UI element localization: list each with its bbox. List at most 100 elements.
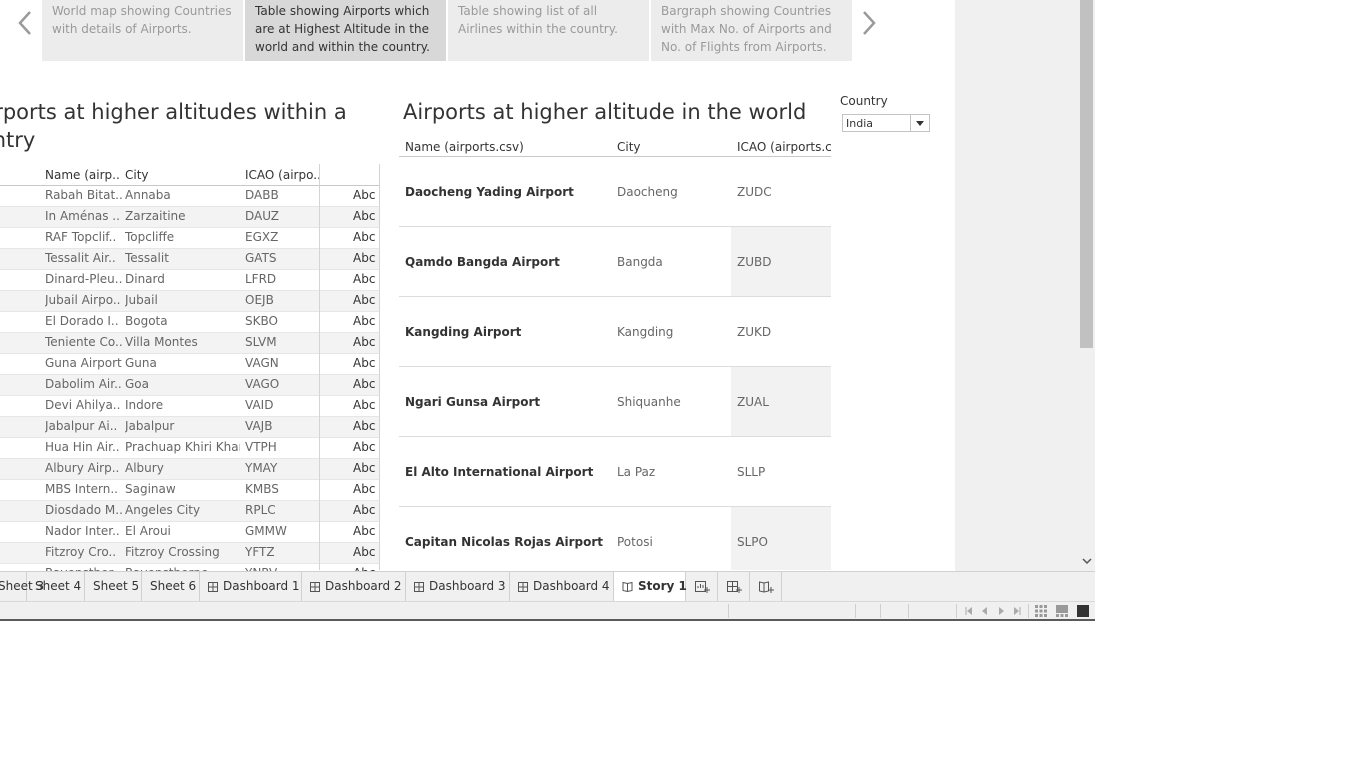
tab-label: Story 1 [638, 579, 687, 593]
table-row[interactable]: Daocheng Yading Airport Daocheng ZUDC [399, 157, 831, 227]
table-row[interactable]: El Alto International Airport La Paz SLLP [399, 437, 831, 507]
filmstrip-view-icon[interactable] [1056, 605, 1068, 617]
abc-placeholder-cell: Abc [353, 503, 376, 517]
tab-sheet-4[interactable]: Sheet 4 [27, 572, 85, 601]
new-story-icon[interactable] [750, 572, 782, 601]
tab-sheet-3[interactable]: Sheet 3 [0, 572, 44, 601]
country-filter-dropdown[interactable]: India [842, 114, 930, 132]
left-airports-table: Name (airp.. City ICAO (airpo.. Rabah Bi… [0, 164, 380, 606]
table-row[interactable]: Nador Inter.. El Aroui GMMW Abc [0, 522, 380, 543]
table-row[interactable]: Dabolim Air.. Goa VAGO Abc [0, 375, 380, 396]
sheet-sorter-view-icon[interactable] [1035, 605, 1047, 617]
status-divider [1028, 604, 1029, 618]
icao-cell: YFTZ [245, 545, 275, 559]
scrollbar-thumb[interactable] [1080, 0, 1093, 348]
column-header-name[interactable]: Name (airp.. [45, 168, 123, 182]
airport-name-cell: Nador Inter.. [45, 524, 120, 538]
tab-dashboard-4[interactable]: Dashboard 4 [510, 572, 614, 601]
column-header-icao[interactable]: ICAO (airports.csv) [737, 140, 831, 154]
airport-name-cell: Devi Ahilya.. [45, 398, 121, 412]
table-row[interactable]: Qamdo Bangda Airport Bangda ZUBD [399, 227, 831, 297]
chevron-down-icon[interactable] [910, 115, 929, 131]
tab-view-icon[interactable] [1077, 605, 1089, 617]
city-cell: Shiquanhe [617, 395, 681, 409]
city-cell: La Paz [617, 465, 656, 479]
scroll-down-arrow-icon[interactable] [1082, 556, 1092, 566]
table-row[interactable]: El Dorado I.. Bogota SKBO Abc [0, 312, 380, 333]
icao-cell: RPLC [245, 503, 276, 517]
last-page-icon[interactable] [1012, 606, 1022, 616]
tab-sheet-6[interactable]: Sheet 6 [142, 572, 200, 601]
city-cell: Angeles City [125, 503, 201, 517]
table-row[interactable]: Jabalpur Ai.. Jabalpur VAJB Abc [0, 417, 380, 438]
story-point-2[interactable]: Table showing Airports which are at High… [245, 0, 446, 61]
table-row[interactable]: In Aménas .. Zarzaitine DAUZ Abc [0, 207, 380, 228]
airport-name-cell: Qamdo Bangda Airport [405, 255, 560, 269]
new-dashboard-icon[interactable] [718, 572, 750, 601]
airport-name-cell: Rabah Bitat.. [45, 188, 123, 202]
city-cell: Guna [125, 356, 157, 370]
table-row[interactable]: Teniente Co.. Villa Montes SLVM Abc [0, 333, 380, 354]
first-page-icon[interactable] [964, 606, 974, 616]
icao-cell: GATS [245, 251, 277, 265]
airport-name-cell: In Aménas .. [45, 209, 120, 223]
table-row[interactable]: Jubail Airpo.. Jubail OEJB Abc [0, 291, 380, 312]
abc-placeholder-cell: Abc [353, 482, 376, 496]
table-row[interactable]: MBS Intern.. Saginaw KMBS Abc [0, 480, 380, 501]
next-story-point-arrow-icon[interactable] [856, 10, 882, 42]
abc-placeholder-cell: Abc [353, 461, 376, 475]
previous-page-icon[interactable] [980, 606, 990, 616]
table-row[interactable]: Tessalit Air.. Tessalit GATS Abc [0, 249, 380, 270]
column-divider [379, 164, 380, 570]
table-row[interactable]: Rabah Bitat.. Annaba DABB Abc [0, 186, 380, 207]
new-worksheet-icon[interactable] [686, 572, 718, 601]
table-row[interactable]: Fitzroy Cro.. Fitzroy Crossing YFTZ Abc [0, 543, 380, 564]
table-row[interactable]: Kangding Airport Kangding ZUKD [399, 297, 831, 367]
country-filter-value: India [846, 117, 873, 130]
story-point-4[interactable]: Bargraph showing Countries with Max No. … [651, 0, 852, 61]
vertical-scrollbar[interactable] [1078, 0, 1095, 571]
abc-placeholder-cell: Abc [353, 209, 376, 223]
column-header-city[interactable]: City [617, 140, 641, 154]
story-point-caption: World map showing Countries with details… [52, 4, 232, 36]
right-sheet-title: Airports at higher altitude in the world [403, 100, 807, 124]
table-row[interactable]: Hua Hin Air.. Prachuap Khiri Khan VTPH Abc [0, 438, 380, 459]
tab-dashboard-2[interactable]: Dashboard 2 [302, 572, 406, 601]
city-cell: Annaba [125, 188, 171, 202]
column-divider [319, 164, 320, 570]
table-row[interactable]: Dinard-Pleu.. Dinard LFRD Abc [0, 270, 380, 291]
airport-name-cell: MBS Intern.. [45, 482, 118, 496]
city-cell: Saginaw [125, 482, 176, 496]
city-cell: Daocheng [617, 185, 678, 199]
column-header-name[interactable]: Name (airports.csv) [405, 140, 524, 154]
abc-placeholder-cell: Abc [353, 272, 376, 286]
tab-dashboard-1[interactable]: Dashboard 1 [200, 572, 302, 601]
airport-name-cell: Jubail Airpo.. [45, 293, 121, 307]
airport-name-cell: RAF Topclif.. [45, 230, 117, 244]
tab-story-1[interactable]: Story 1 [614, 572, 687, 601]
tab-dashboard-3[interactable]: Dashboard 3 [406, 572, 510, 601]
airport-name-cell: El Dorado I.. [45, 314, 119, 328]
column-header-city[interactable]: City [125, 168, 240, 182]
right-table-header: Name (airports.csv) City ICAO (airports.… [399, 137, 831, 157]
table-row[interactable]: RAF Topclif.. Topcliffe EGXZ Abc [0, 228, 380, 249]
abc-placeholder-cell: Abc [353, 188, 376, 202]
next-page-icon[interactable] [996, 606, 1006, 616]
city-cell: Bangda [617, 255, 663, 269]
table-row[interactable]: Albury Airp.. Albury YMAY Abc [0, 459, 380, 480]
icao-cell: VAGN [245, 356, 279, 370]
tab-sheet-5[interactable]: Sheet 5 [85, 572, 142, 601]
column-header-icao[interactable]: ICAO (airpo.. [245, 168, 321, 182]
airport-name-cell: Diosdado M.. [45, 503, 123, 517]
abc-placeholder-cell: Abc [353, 440, 376, 454]
story-point-3[interactable]: Table showing list of all Airlines withi… [448, 0, 649, 61]
table-row[interactable]: Capitan Nicolas Rojas Airport Potosi SLPO [399, 507, 831, 570]
table-row[interactable]: Ngari Gunsa Airport Shiquanhe ZUAL [399, 367, 831, 437]
story-point-1[interactable]: World map showing Countries with details… [42, 0, 243, 61]
table-row[interactable]: Diosdado M.. Angeles City RPLC Abc [0, 501, 380, 522]
table-row[interactable]: Guna Airport Guna VAGN Abc [0, 354, 380, 375]
airport-name-cell: Jabalpur Ai.. [45, 419, 118, 433]
previous-story-point-arrow-icon[interactable] [12, 10, 38, 42]
table-row[interactable]: Devi Ahilya.. Indore VAID Abc [0, 396, 380, 417]
right-table-body: Daocheng Yading Airport Daocheng ZUDC Qamdo… [399, 157, 831, 570]
